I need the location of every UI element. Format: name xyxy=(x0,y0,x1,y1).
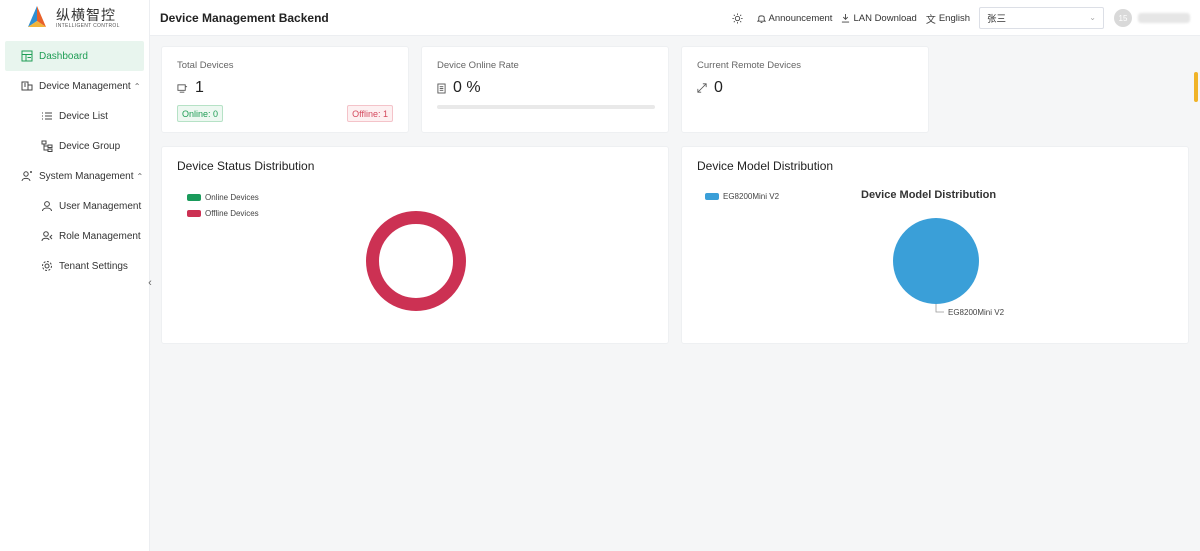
scrollbar-thumb[interactable] xyxy=(1194,72,1198,102)
top-header: Device Management Backend Announcement L… xyxy=(150,0,1200,36)
pie-slice-offline-devices[interactable] xyxy=(366,211,466,311)
sidebar-item-tenant-settings[interactable]: Tenant Settings xyxy=(0,251,149,281)
theme-toggle-button[interactable] xyxy=(731,12,743,24)
logo-subtext: INTELLIGENT CONTROL xyxy=(56,22,120,29)
sidebar-menu: Dashboard Device Management ⌃ Device Lis… xyxy=(0,41,149,281)
group-icon xyxy=(41,140,53,152)
online-rate-label: Device Online Rate xyxy=(437,60,519,71)
tenant-select[interactable]: 张三 ⌄ xyxy=(979,7,1104,29)
page-title: Device Management Backend xyxy=(160,10,329,25)
sidebar-item-label: Role Management xyxy=(59,230,141,242)
username-redacted[interactable] xyxy=(1138,13,1190,23)
announcement-button[interactable]: Announcement xyxy=(756,12,833,24)
sidebar-item-dashboard[interactable]: Dashboard xyxy=(5,41,144,71)
sidebar-item-label: Dashboard xyxy=(39,50,88,62)
online-rate-value: 0 % xyxy=(453,79,481,96)
dashboard-icon xyxy=(21,50,33,62)
sidebar-item-role-management[interactable]: Role Management xyxy=(0,221,149,251)
chevron-up-icon: ⌃ xyxy=(136,171,144,181)
gear-icon xyxy=(41,260,53,272)
lan-download-label: LAN Download xyxy=(853,12,917,24)
sidebar-item-label: Device List xyxy=(59,110,108,122)
language-label: English xyxy=(938,12,970,24)
remote-devices-card: Current Remote Devices 0 xyxy=(681,46,929,133)
model-pie-chart: EG8200Mini V2 xyxy=(893,218,1005,317)
sidebar-item-system-management[interactable]: System Management ⌃ xyxy=(0,161,149,191)
total-devices-value: 1 xyxy=(195,79,204,96)
sidebar-item-label: Device Management xyxy=(39,80,131,92)
avatar[interactable]: 15 xyxy=(1114,9,1132,27)
sidebar-item-label: System Management xyxy=(39,170,134,182)
online-count-badge: Online: 0 xyxy=(177,105,224,122)
list-icon xyxy=(41,110,53,122)
status-distribution-card: Device Status Distribution Online Device… xyxy=(161,146,669,344)
document-icon xyxy=(437,83,446,93)
slice-label: EG8200Mini V2 xyxy=(948,308,1005,317)
chevron-down-icon: ⌄ xyxy=(1089,13,1096,22)
model-distribution-card: Device Model Distribution EG8200Mini V2 … xyxy=(681,146,1189,344)
chevron-up-icon: ⌃ xyxy=(133,81,141,91)
role-icon xyxy=(41,230,53,242)
sidebar-item-label: Tenant Settings xyxy=(59,260,128,272)
download-icon xyxy=(842,13,850,23)
slice-label-leader-line xyxy=(935,304,944,313)
collapse-sidebar-button[interactable]: ‹ xyxy=(143,276,157,290)
bell-icon xyxy=(756,15,766,23)
sidebar-item-device-management[interactable]: Device Management ⌃ xyxy=(0,71,149,101)
tenant-select-value: 张三 xyxy=(987,14,1007,25)
sidebar-item-label: Device Group xyxy=(59,140,121,152)
online-rate-card: Device Online Rate 0 % xyxy=(421,46,669,133)
system-icon xyxy=(21,170,33,182)
remote-devices-label: Current Remote Devices xyxy=(697,60,802,71)
sidebar-item-label: User Management xyxy=(59,200,142,212)
lan-download-button[interactable]: LAN Download xyxy=(841,12,917,24)
logo-icon xyxy=(28,6,46,27)
sidebar-item-user-management[interactable]: User Management xyxy=(0,191,149,221)
total-devices-card: Total Devices 1 Online: 0 Offline: 1 xyxy=(161,46,409,133)
status-donut-chart xyxy=(366,211,466,311)
chevron-left-icon: ‹ xyxy=(148,277,152,289)
sun-icon xyxy=(731,12,743,24)
offline-count-badge: Offline: 1 xyxy=(347,105,393,122)
device-icon xyxy=(177,83,188,93)
online-rate-progress xyxy=(437,105,655,109)
user-icon xyxy=(41,200,53,212)
sidebar-item-device-group[interactable]: Device Group xyxy=(0,131,149,161)
announcement-label: Announcement xyxy=(768,12,833,24)
translate-icon: 文 xyxy=(925,14,936,26)
logo-text: 纵横智控 xyxy=(56,6,116,23)
remote-devices-value: 0 xyxy=(714,79,723,96)
pie-slice-eg8200mini-v2[interactable] xyxy=(893,218,979,304)
logo: 纵横智控 INTELLIGENT CONTROL xyxy=(0,0,149,36)
device-management-icon xyxy=(21,80,33,92)
sidebar: 纵横智控 INTELLIGENT CONTROL Dashboard Devic… xyxy=(0,0,150,551)
language-button[interactable]: 文 English xyxy=(926,11,970,26)
total-devices-label: Total Devices xyxy=(177,60,234,71)
sidebar-item-device-list[interactable]: Device List xyxy=(0,101,149,131)
remote-icon xyxy=(697,83,707,93)
